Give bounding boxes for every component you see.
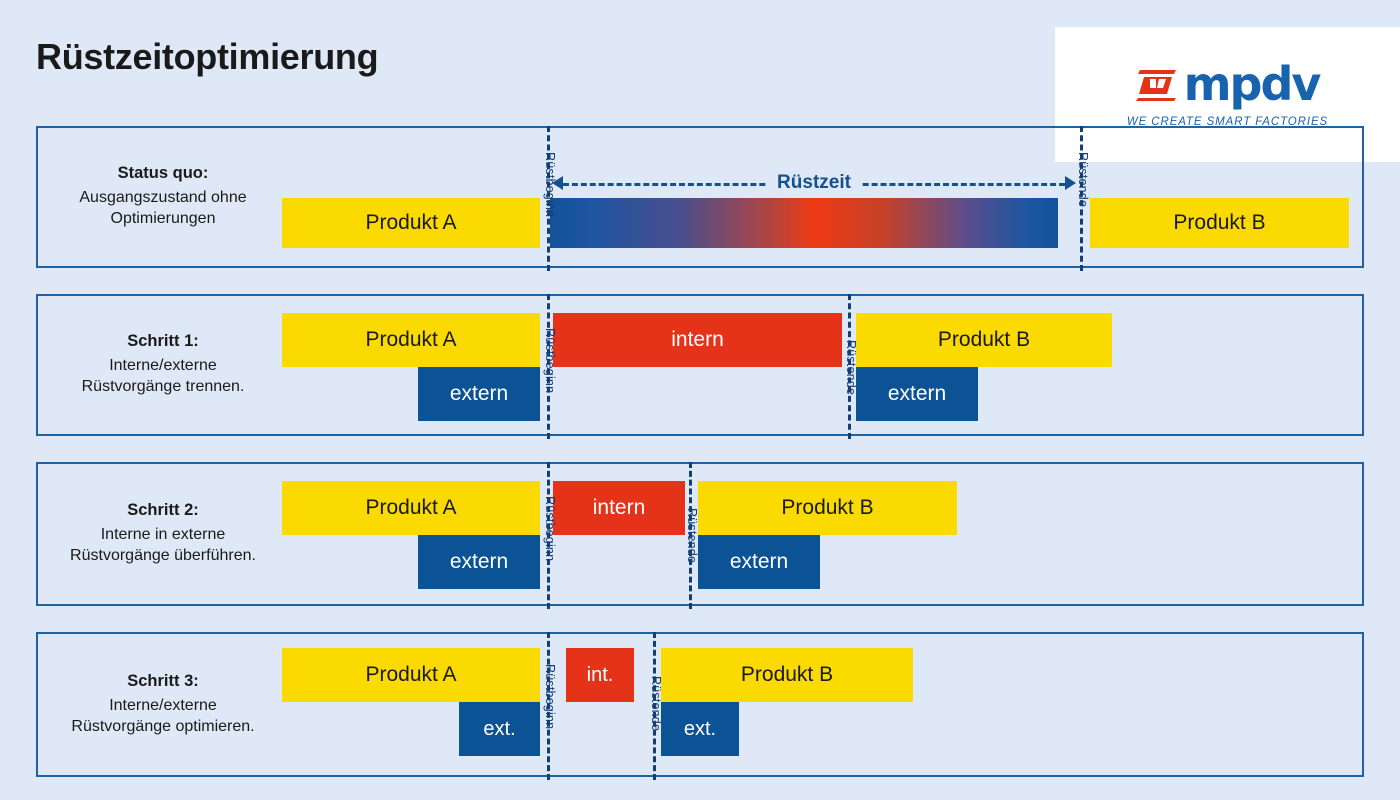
bar-extern-a[interactable]: extern [418,535,540,589]
bar-extern-a[interactable]: extern [418,367,540,421]
ruestende-label: Rüstende [844,340,858,396]
row-panel-schritt-1: Schritt 1: Interne/externe Rüstvorgänge … [36,294,1364,439]
bar-produkt-a[interactable]: Produkt A [282,648,540,702]
bar-extern-b[interactable]: ext. [661,702,739,756]
page-title: Rüstzeitoptimierung [36,36,379,77]
row-panel-schritt-3: Schritt 3: Interne/externe Rüstvorgänge … [36,632,1364,780]
bar-produkt-b[interactable]: Produkt B [1090,198,1349,248]
caption-line: Ausgangszustand ohne [79,189,247,207]
mpdv-wordmark: mpdv [1183,57,1322,111]
mpdv-logo-mark: mpdv [1135,57,1322,111]
ruestbeginn-label: Rüstbeginn [543,328,557,394]
row-caption-status-quo: Status quo: Ausgangszustand ohne Optimie… [38,128,288,266]
ruestzeit-label: Rüstzeit [766,172,862,194]
caption-line: Optimierungen [110,210,216,227]
caption-line: Interne/externe [109,696,217,714]
caption-title: Schritt 2: [127,501,199,520]
bar-intern[interactable]: int. [566,648,634,702]
caption-line: Rüstvorgänge überführen. [70,547,256,564]
bar-produkt-b[interactable]: Produkt B [856,313,1112,367]
caption-title: Schritt 1: [127,332,199,351]
mpdv-glyph-icon [1135,70,1176,101]
caption-line: Rüstvorgänge optimieren. [71,717,255,735]
arrow-dash-right [827,183,1065,186]
bar-produkt-a[interactable]: Produkt A [282,313,540,367]
bar-produkt-a[interactable]: Produkt A [282,198,540,248]
ruestbeginn-label: Rüstbeginn [543,496,557,562]
caption-line: Rüstvorgänge trennen. [81,378,245,395]
row-panel-schritt-2: Schritt 2: Interne in externe Rüstvorgän… [36,462,1364,609]
ruestende-label: Rüstende [685,508,699,564]
ruestbeginn-label: Rüstbeginn [543,664,557,730]
arrow-head-right-icon [1065,176,1076,190]
bar-produkt-a[interactable]: Produkt A [282,481,540,535]
caption-title: Schritt 3: [127,671,199,690]
caption-line: Interne/externe [109,357,217,375]
row-caption-schritt-1: Schritt 1: Interne/externe Rüstvorgänge … [38,296,288,434]
bar-extern-a[interactable]: ext. [459,702,540,756]
arrow-head-left-icon [552,176,563,190]
bar-produkt-b[interactable]: Produkt B [661,648,913,702]
bar-extern-b[interactable]: extern [698,535,820,589]
ruestende-label: Rüstende [1076,152,1090,208]
bar-intern[interactable]: intern [553,313,842,367]
row-panel-status-quo: Status quo: Ausgangszustand ohne Optimie… [36,126,1364,271]
bar-extern-b[interactable]: extern [856,367,978,421]
ruestzeit-arrow: Rüstzeit [552,170,1076,196]
row-caption-schritt-2: Schritt 2: Interne in externe Rüstvorgän… [38,464,288,604]
caption-title: Status quo: [117,164,209,183]
row-caption-schritt-3: Schritt 3: Interne/externe Rüstvorgänge … [38,634,288,775]
bar-intern[interactable]: intern [553,481,685,535]
ruestende-label: Rüstende [649,676,663,732]
caption-line: Interne in externe [100,526,226,544]
bar-ruestzeit-gradient[interactable] [550,198,1058,248]
bar-produkt-b[interactable]: Produkt B [698,481,957,535]
